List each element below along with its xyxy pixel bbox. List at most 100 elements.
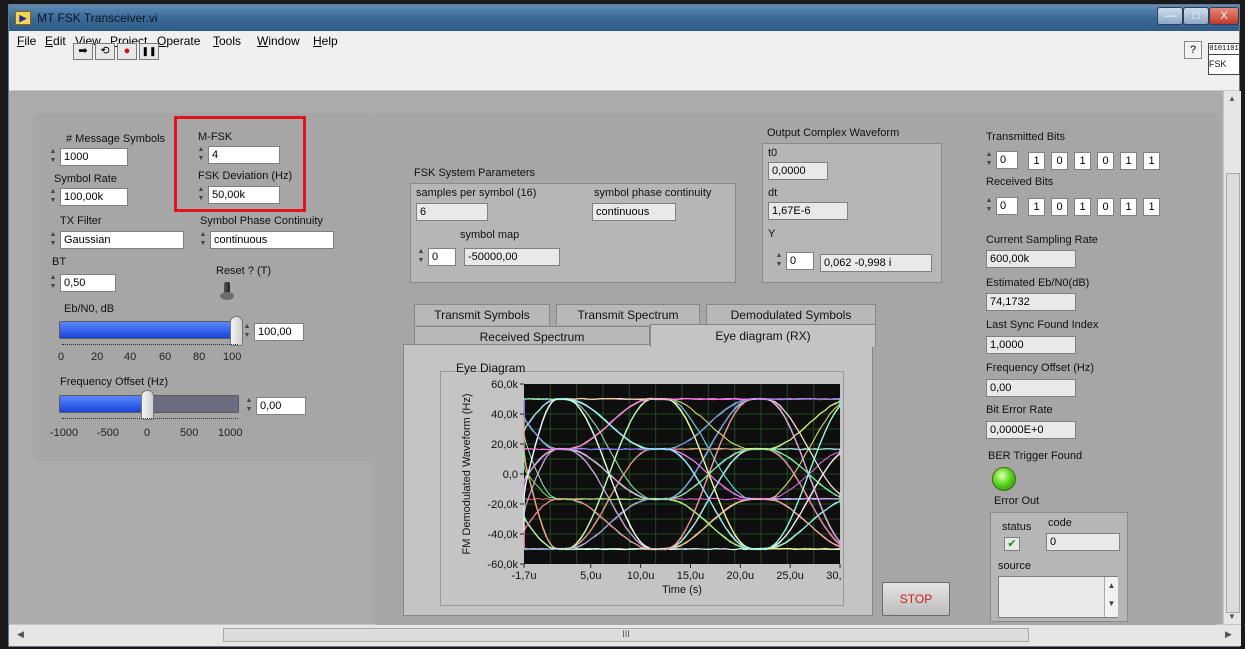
ebn0-input[interactable]: 100,00 xyxy=(254,323,304,341)
labview-app-icon: ▶ xyxy=(15,11,31,25)
reset-toggle-switch[interactable] xyxy=(220,282,234,300)
tx-bit-1: 0 xyxy=(1051,152,1068,170)
vi-icon-bits: 0101101 xyxy=(1209,45,1239,55)
rx-bits-index[interactable]: 0 xyxy=(996,197,1018,215)
scroll-right-icon[interactable]: ▶ xyxy=(1225,629,1232,640)
maximize-button[interactable]: □ xyxy=(1183,7,1209,25)
freq-offset-scale-n1000: -1000 xyxy=(50,427,79,439)
y-tick-label: -20,0k xyxy=(487,499,518,511)
horizontal-scroll-thumb[interactable]: III xyxy=(223,628,1029,642)
source-scroll-down-icon[interactable]: ▼ xyxy=(1108,599,1116,608)
bt-label: BT xyxy=(52,256,67,268)
num-message-symbols-spinner-icon[interactable]: ▲ ▼ xyxy=(48,148,58,166)
x-tick-label: 20,0u xyxy=(727,570,755,582)
symbol-phase-ring-icon[interactable]: ▲ ▼ xyxy=(198,231,208,249)
rx-bit-1: 0 xyxy=(1051,198,1068,216)
menu-bar: File Edit View Project Operate Tools Win… xyxy=(9,31,1239,51)
symbol-map-index[interactable]: 0 xyxy=(428,248,456,266)
ebn0-spinner-icon[interactable]: ▲ ▼ xyxy=(242,323,252,341)
tab-demodulated-symbols[interactable]: Demodulated Symbols xyxy=(706,304,876,325)
ebn0-label: Eb/N0, dB xyxy=(64,303,115,315)
tx-filter-ring-icon[interactable]: ▲ ▼ xyxy=(48,231,58,249)
mfsk-highlight-box xyxy=(174,116,306,212)
output-complex-waveform-label: Output Complex Waveform xyxy=(767,127,900,139)
symbol-rate-input[interactable]: 100,00k xyxy=(60,188,128,206)
menu-window[interactable]: Window xyxy=(257,34,300,48)
symbol-phase-continuity-value: continuous xyxy=(592,203,676,221)
symbol-map-index-spinner-icon[interactable]: ▲ ▼ xyxy=(416,248,426,266)
menu-edit[interactable]: Edit xyxy=(45,34,66,48)
scroll-down-icon[interactable]: ▼ xyxy=(1228,612,1236,621)
eye-diagram-chart[interactable]: 60,0k40,0k20,0k0,0-20,0k-40,0k-60,0k -1,… xyxy=(446,378,842,606)
context-help-button[interactable]: ? xyxy=(1184,41,1202,59)
horizontal-scrollbar[interactable]: ◀ III ▶ xyxy=(9,624,1241,646)
y-tick-label: 0,0 xyxy=(503,469,518,481)
freq-offset-input[interactable]: 0,00 xyxy=(256,397,306,415)
abort-execution-icon[interactable]: ● xyxy=(117,43,137,60)
freq-offset-scale-1000: 1000 xyxy=(218,427,243,439)
vertical-scrollbar[interactable]: ▲ ▼ xyxy=(1223,91,1241,624)
status-check-icon: ✔ xyxy=(1004,537,1020,551)
run-continuously-icon[interactable]: ⟲ xyxy=(95,43,115,60)
error-out-label: Error Out xyxy=(994,495,1040,507)
samples-per-symbol-value: 6 xyxy=(416,203,488,221)
last-sync-index-value: 1,0000 xyxy=(986,336,1076,354)
window-title: MT FSK Transceiver.vi xyxy=(37,11,158,25)
tx-bit-2: 1 xyxy=(1074,152,1091,170)
title-bar[interactable]: ▶ MT FSK Transceiver.vi — □ X xyxy=(9,5,1239,31)
symbol-map-value: -50000,00 xyxy=(464,248,560,266)
symbol-map-label: symbol map xyxy=(460,229,520,241)
x-tick-label: -1,7u xyxy=(511,570,536,582)
scroll-up-icon[interactable]: ▲ xyxy=(1228,94,1236,103)
pause-icon[interactable]: ❚❚ xyxy=(139,43,159,60)
freq-offset-scale-500: 500 xyxy=(180,427,199,439)
tx-bits-index[interactable]: 0 xyxy=(996,151,1018,169)
eye-diagram-y-ticks: 60,0k40,0k20,0k0,0-20,0k-40,0k-60,0k xyxy=(487,379,524,571)
freq-offset-spinner-icon[interactable]: ▲ ▼ xyxy=(244,397,254,415)
minimize-button[interactable]: — xyxy=(1157,7,1183,25)
close-button[interactable]: X xyxy=(1209,7,1239,25)
freq-offset-indicator-label: Frequency Offset (Hz) xyxy=(986,362,1094,374)
source-scroll-up-icon[interactable]: ▲ xyxy=(1108,581,1116,590)
menu-file[interactable]: File xyxy=(17,34,36,48)
menu-help[interactable]: Help xyxy=(313,34,338,48)
tx-bits-index-spinner-icon[interactable]: ▲ ▼ xyxy=(984,151,994,169)
vertical-scroll-thumb[interactable] xyxy=(1226,173,1240,613)
bt-spinner-icon[interactable]: ▲ ▼ xyxy=(48,274,58,292)
estimated-ebn0-label: Estimated Eb/N0(dB) xyxy=(986,277,1090,289)
rx-bit-0: 1 xyxy=(1028,198,1045,216)
menu-tools[interactable]: Tools xyxy=(213,34,241,48)
eye-diagram-x-ticks: -1,7u 5,0u 10,0u 15,0u 20,0u 25,0u 30,0u xyxy=(511,564,842,582)
error-source-value xyxy=(998,576,1118,618)
rx-bit-4: 1 xyxy=(1120,198,1137,216)
x-tick-label: 15,0u xyxy=(677,570,705,582)
tx-bit-4: 1 xyxy=(1120,152,1137,170)
num-message-symbols-input[interactable]: 1000 xyxy=(60,148,128,166)
scroll-left-icon[interactable]: ◀ xyxy=(17,629,24,640)
tab-transmit-spectrum[interactable]: Transmit Spectrum xyxy=(556,304,700,325)
source-scrollbar[interactable]: ▲ ▼ xyxy=(1104,577,1118,617)
x-tick-label: 25,0u xyxy=(776,570,804,582)
x-axis-label: Time (s) xyxy=(662,584,702,596)
tx-filter-select[interactable]: Gaussian xyxy=(60,231,184,249)
stop-button[interactable]: STOP xyxy=(882,582,950,616)
symbol-rate-spinner-icon[interactable]: ▲ ▼ xyxy=(48,188,58,206)
menu-operate[interactable]: Operate xyxy=(157,34,200,48)
y-index-spinner-icon[interactable]: ▲ ▼ xyxy=(774,252,784,270)
tab-eye-diagram-rx[interactable]: Eye diagram (RX) xyxy=(650,324,876,347)
rx-bits-index-spinner-icon[interactable]: ▲ ▼ xyxy=(984,197,994,215)
y-tick-label: -40,0k xyxy=(487,529,518,541)
bt-input[interactable]: 0,50 xyxy=(60,274,116,292)
x-tick-label: 5,0u xyxy=(580,570,601,582)
ebn0-slider-track[interactable] xyxy=(59,321,239,339)
dt-value: 1,67E-6 xyxy=(768,202,848,220)
run-arrow-icon[interactable]: ➡ xyxy=(73,43,93,60)
tab-transmit-symbols[interactable]: Transmit Symbols xyxy=(414,304,550,325)
symbol-rate-label: Symbol Rate xyxy=(54,173,117,185)
tx-bit-0: 1 xyxy=(1028,152,1045,170)
y-index[interactable]: 0 xyxy=(786,252,814,270)
t0-value: 0,0000 xyxy=(768,162,828,180)
symbol-phase-continuity-select[interactable]: continuous xyxy=(210,231,334,249)
vi-icon-label: FSK xyxy=(1209,59,1227,69)
code-label: code xyxy=(1048,517,1072,529)
